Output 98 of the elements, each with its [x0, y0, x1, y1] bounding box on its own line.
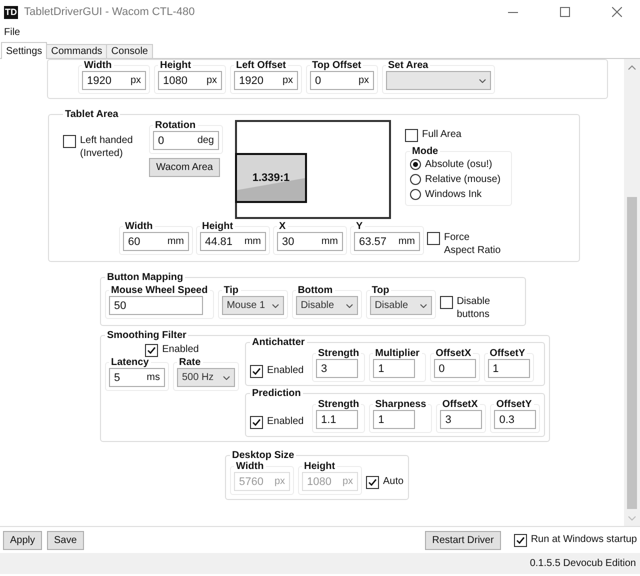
- checkbox-label[interactable]: Left handed (Inverted): [80, 134, 133, 160]
- checkbox-label[interactable]: Force Aspect Ratio: [444, 231, 501, 257]
- number-field[interactable]: 1: [373, 359, 416, 378]
- dropdown[interactable]: Mouse 1: [222, 296, 284, 315]
- field-label: Height: [201, 221, 234, 232]
- group-title: Button Mapping: [106, 272, 184, 283]
- number-field[interactable]: 3: [316, 359, 358, 378]
- number-field[interactable]: 1: [373, 410, 416, 429]
- number-field[interactable]: 3: [440, 410, 482, 429]
- left-handed-checkbox[interactable]: [63, 135, 76, 148]
- dropdown[interactable]: Disable: [296, 296, 358, 315]
- field-label: Multiplier: [374, 348, 421, 359]
- checkbox-label[interactable]: Auto: [383, 475, 404, 488]
- number-field[interactable]: 1080 px: [158, 71, 222, 90]
- area-rectangle[interactable]: 1.339:1: [235, 153, 307, 203]
- field-label: Left Offset: [235, 60, 287, 71]
- action-button[interactable]: Save: [47, 530, 84, 550]
- field-label: Rotation: [154, 120, 197, 131]
- app-icon: TD: [4, 6, 18, 18]
- close-icon[interactable]: [612, 7, 622, 17]
- field-label: X: [278, 221, 287, 232]
- number-field[interactable]: 0 deg: [153, 131, 219, 150]
- tab[interactable]: Commands: [46, 44, 108, 58]
- field-label: Latency: [110, 357, 150, 368]
- scroll-up-icon[interactable]: [628, 65, 636, 70]
- number-field[interactable]: 50: [109, 296, 203, 315]
- mode-radio[interactable]: Windows Ink: [410, 187, 501, 202]
- field-label: Strength: [317, 348, 360, 359]
- field-label: Width: [83, 60, 113, 71]
- number-field[interactable]: 63.57 mm: [354, 232, 420, 251]
- field-label: OffsetX: [434, 348, 472, 359]
- caret-icon: [272, 304, 279, 308]
- tab[interactable]: Settings: [1, 42, 48, 59]
- checkbox-label[interactable]: Run at Windows startup: [530, 533, 637, 546]
- group-title: Smoothing Filter: [106, 330, 188, 341]
- scrollbar[interactable]: [624, 59, 640, 526]
- restart-driver-button[interactable]: Restart Driver: [425, 530, 501, 550]
- force-aspect-ratio-checkbox[interactable]: [427, 232, 440, 245]
- enabled-checkbox[interactable]: [250, 365, 263, 378]
- full-area-checkbox[interactable]: [405, 129, 418, 142]
- checkbox-label[interactable]: Enabled: [162, 343, 199, 356]
- auto-checkbox[interactable]: [366, 476, 379, 489]
- field-label: Mouse Wheel Speed: [110, 285, 209, 296]
- caret-icon: [223, 376, 230, 380]
- checkbox-label[interactable]: Enabled: [267, 415, 304, 428]
- maximize-icon[interactable]: [560, 7, 570, 17]
- field-label: OffsetY: [488, 348, 526, 359]
- group-title: Mode: [411, 146, 440, 157]
- group-title: Tablet Area: [64, 109, 120, 120]
- startup-checkbox[interactable]: [514, 534, 527, 547]
- number-field[interactable]: 60 mm: [123, 232, 189, 251]
- action-button[interactable]: Apply: [3, 530, 42, 550]
- number-field[interactable]: 0.3: [494, 410, 536, 429]
- caret-icon: [420, 304, 427, 308]
- field-label: OffsetY: [495, 399, 533, 410]
- field-label: Y: [355, 221, 364, 232]
- group-title: Prediction: [251, 388, 302, 399]
- group-title: Desktop Size: [231, 450, 296, 461]
- menu-item[interactable]: File: [4, 26, 20, 38]
- field-label: OffsetX: [441, 399, 479, 410]
- field-label: Rate: [178, 357, 202, 368]
- field-label: Set Area: [387, 60, 430, 71]
- tab[interactable]: Console: [106, 44, 153, 58]
- dropdown[interactable]: 500 Hz: [177, 368, 235, 387]
- mode-radio[interactable]: Absolute (osu!): [410, 157, 501, 172]
- number-field[interactable]: 5 ms: [109, 368, 165, 387]
- number-field[interactable]: 30 mm: [277, 232, 343, 251]
- field-label: Height: [303, 461, 336, 472]
- checkbox-label[interactable]: Full Area: [422, 128, 462, 141]
- field-label: Bottom: [296, 285, 334, 296]
- number-field[interactable]: 1: [488, 359, 530, 378]
- checkbox-label[interactable]: Disable buttons: [456, 295, 521, 321]
- field-label: Width: [124, 221, 154, 232]
- caret-icon: [479, 78, 486, 82]
- enabled-checkbox[interactable]: [145, 344, 158, 357]
- field-label: Top: [370, 285, 390, 296]
- status-bar: 0.1.5.5 Devocub Edition: [0, 553, 640, 574]
- enabled-checkbox[interactable]: [250, 416, 263, 429]
- number-field[interactable]: 1920 px: [82, 71, 146, 90]
- field-label: Height: [159, 60, 192, 71]
- number-field[interactable]: 0 px: [310, 71, 374, 90]
- checkbox-label[interactable]: Enabled: [267, 364, 304, 377]
- caret-icon: [346, 304, 353, 308]
- window-title: TabletDriverGUI - Wacom CTL-480: [24, 6, 196, 18]
- number-field[interactable]: 1920 px: [234, 71, 298, 90]
- field-label: Top Offset: [311, 60, 362, 71]
- number-field[interactable]: 1.1: [316, 410, 358, 429]
- field-label: Width: [235, 461, 265, 472]
- field-label: Tip: [222, 285, 240, 296]
- group-title: Antichatter: [251, 337, 306, 348]
- number-field[interactable]: 44.81 mm: [200, 232, 266, 251]
- wacom-area-button[interactable]: Wacom Area: [149, 158, 220, 177]
- number-field[interactable]: 0: [434, 359, 476, 378]
- disable-buttons-checkbox[interactable]: [440, 296, 453, 309]
- dropdown[interactable]: Disable: [370, 296, 432, 315]
- mode-radio[interactable]: Relative (mouse): [410, 172, 501, 187]
- field-label: Strength: [317, 399, 360, 410]
- field-label: Sharpness: [374, 399, 428, 410]
